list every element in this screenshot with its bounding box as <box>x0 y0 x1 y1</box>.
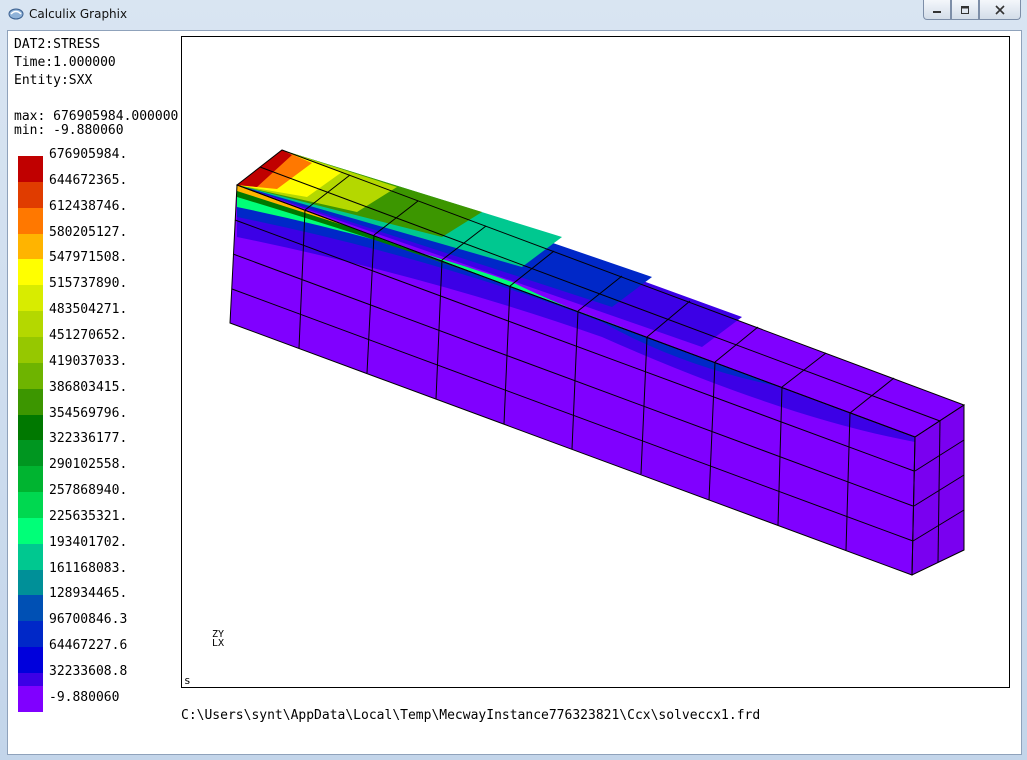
title-bar[interactable]: Calculix Graphix <box>0 0 1027 30</box>
legend-label: 676905984. <box>49 147 128 162</box>
time-label: Time:1.000000 <box>14 55 116 70</box>
legend-swatch <box>18 336 43 363</box>
legend-label: 322336177. <box>49 431 128 447</box>
legend-label: 644672365. <box>49 172 128 188</box>
minimize-button[interactable] <box>923 0 951 20</box>
fe-model <box>229 149 966 576</box>
legend-swatch <box>18 207 43 234</box>
close-button[interactable] <box>979 0 1021 20</box>
legend-swatch <box>18 647 43 674</box>
graphics-area[interactable]: DAT2:STRESS Time:1.000000 Entity:SXX max… <box>7 30 1022 755</box>
legend-swatch <box>18 414 43 441</box>
minimize-icon <box>933 10 941 13</box>
legend-label: 612438746. <box>49 198 128 214</box>
legend-swatch <box>18 440 43 467</box>
legend-label: 128934465. <box>49 586 128 602</box>
legend-label: 483504271. <box>49 302 128 318</box>
legend-swatch <box>18 362 43 389</box>
legend-label: 547971508. <box>49 250 128 266</box>
dataset-label: DAT2:STRESS <box>14 37 101 52</box>
legend-swatch <box>18 156 43 182</box>
file-path-label: C:\Users\synt\AppData\Local\Temp\MecwayI… <box>181 708 761 723</box>
entity-label: Entity:SXX <box>14 73 93 88</box>
window-title: Calculix Graphix <box>29 7 128 21</box>
restore-button[interactable] <box>951 0 979 20</box>
legend-label: 225635321. <box>49 508 128 524</box>
legend-label: 64467227.6 <box>49 638 128 654</box>
legend-label: -9.880060 <box>49 689 120 705</box>
legend-label: 419037033. <box>49 353 128 369</box>
legend-label: 354569796. <box>49 405 128 421</box>
legend-label: 515737890. <box>49 276 128 292</box>
close-icon <box>995 4 1005 15</box>
legend-label: 32233608.8 <box>49 664 128 679</box>
legend-label: 257868940. <box>49 483 128 499</box>
legend-swatch <box>18 517 43 544</box>
min-label: min: -9.880060 <box>14 123 124 138</box>
legend-label: 580205127. <box>49 224 128 240</box>
legend-swatch <box>18 466 43 493</box>
app-icon <box>8 8 24 20</box>
legend-item: -9.880060 <box>18 685 178 725</box>
restore-icon <box>961 5 969 14</box>
legend-swatch <box>18 621 43 648</box>
legend-swatch <box>18 285 43 312</box>
legend-label: 451270652. <box>49 327 128 343</box>
legend-swatch <box>18 233 43 260</box>
app-window: Calculix Graphix DAT2:STRESS Time:1.0000… <box>0 0 1027 760</box>
legend-swatch <box>18 181 43 208</box>
legend-swatch <box>18 492 43 519</box>
legend-label: 386803415. <box>49 379 128 395</box>
legend-swatch <box>18 543 43 570</box>
axis-triad-icon: ZY LX <box>212 629 225 649</box>
legend-label: 290102558. <box>49 457 128 473</box>
legend-swatch <box>18 388 43 415</box>
legend-label: 96700846.3 <box>49 612 128 628</box>
max-label: max: 676905984.000000 <box>14 109 179 124</box>
legend-swatch <box>18 569 43 596</box>
legend-swatch <box>18 595 43 622</box>
legend-label: 161168083. <box>49 560 128 576</box>
legend-swatch <box>18 685 43 712</box>
model-viewport[interactable]: ZY LX s <box>181 36 1010 688</box>
legend-swatch <box>18 259 43 286</box>
legend-label: 193401702. <box>49 534 128 550</box>
viewport-corner-mark: s <box>184 674 191 687</box>
legend-swatch <box>18 311 43 338</box>
